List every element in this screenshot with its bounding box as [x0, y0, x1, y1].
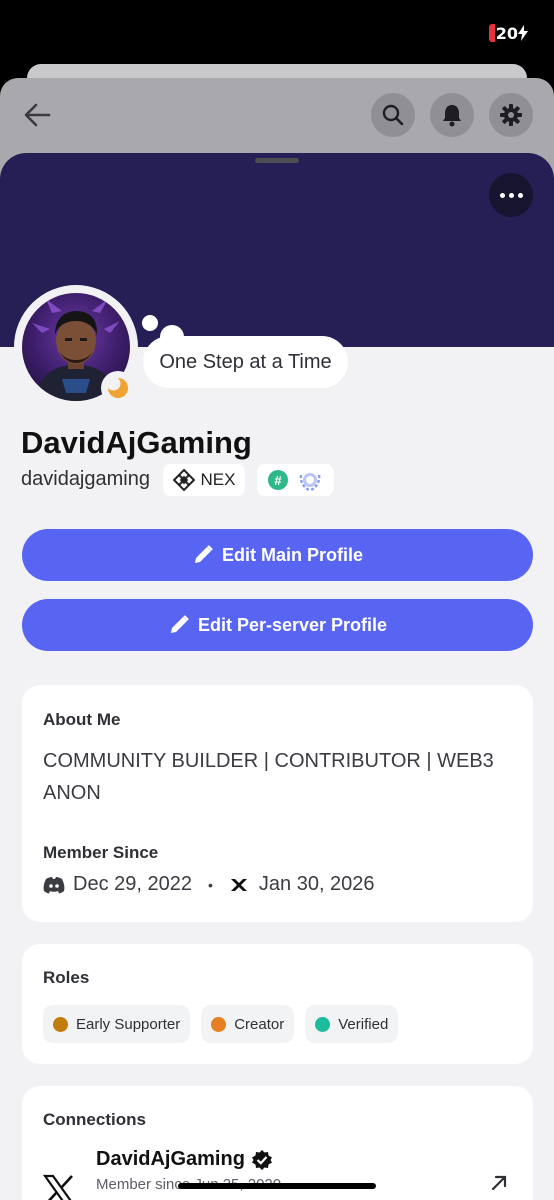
more-options-button[interactable] — [489, 173, 533, 217]
search-button[interactable] — [371, 93, 415, 137]
role-color-dot — [211, 1016, 227, 1032]
connection-item[interactable]: DavidAjGaming — [96, 1148, 273, 1171]
bell-icon — [443, 105, 461, 127]
settings-button[interactable] — [489, 93, 533, 137]
role-label: Creator — [234, 1015, 285, 1033]
edit-main-profile-label: Edit Main Profile — [221, 544, 363, 565]
status-bar: 20 — [0, 0, 554, 70]
member-since-row: Dec 29, 2022 • Jan 30, 2026 — [43, 873, 375, 896]
edit-per-server-profile-label: Edit Per-server Profile — [197, 614, 388, 635]
edit-main-profile-button[interactable]: Edit Main Profile — [22, 529, 533, 581]
roles-card: Roles Early Supporter Creator Verified — [22, 944, 533, 1064]
gear-icon — [500, 104, 522, 126]
battery-indicator: 20 — [488, 23, 528, 43]
sheet-grabber[interactable] — [255, 158, 299, 163]
back-arrow-icon[interactable] — [22, 100, 52, 130]
role-label: Early Supporter — [76, 1015, 181, 1033]
discord-join-date: Dec 29, 2022 — [73, 873, 192, 895]
profile-sheet: One Step at a Time DavidAjGaming davidaj… — [0, 153, 554, 1200]
diamond-knot-icon — [172, 469, 195, 491]
roles-list: Early Supporter Creator Verified — [43, 1005, 399, 1043]
charging-bolt-icon — [518, 25, 528, 41]
display-name: DavidAjGaming — [21, 425, 252, 460]
battery-level-icon — [488, 24, 495, 42]
connections-title: Connections — [43, 1110, 146, 1129]
role-color-dot — [53, 1016, 68, 1032]
notifications-button[interactable] — [430, 93, 474, 137]
edit-per-server-profile-button[interactable]: Edit Per-server Profile — [22, 599, 533, 651]
laurel-badge-icon — [299, 473, 321, 492]
date-separator: • — [207, 876, 213, 893]
server-join-date: Jan 30, 2026 — [258, 873, 375, 895]
role-chip[interactable]: Creator — [201, 1005, 295, 1043]
idle-status-indicator — [101, 371, 135, 405]
pencil-icon — [194, 545, 213, 563]
role-label: Verified — [338, 1015, 389, 1033]
moon-icon — [107, 377, 128, 398]
member-since-title: Member Since — [43, 843, 159, 862]
battery-text: 20 — [495, 23, 518, 43]
more-dot — [517, 192, 523, 198]
x-icon — [42, 1174, 73, 1200]
server-tag-label: NEX — [200, 470, 236, 489]
server-tag-pill[interactable]: NEX — [163, 464, 245, 496]
roles-title: Roles — [43, 968, 90, 987]
badges-pill[interactable]: # — [257, 464, 334, 496]
custom-status-bubble[interactable]: One Step at a Time — [143, 336, 348, 388]
about-card: About Me COMMUNITY BUILDER | CONTRIBUTOR… — [22, 685, 533, 922]
more-dots-icon — [499, 192, 505, 198]
search-icon — [382, 104, 404, 126]
home-indicator — [178, 1183, 376, 1189]
bio-text: COMMUNITY BUILDER | CONTRIBUTOR | WEB3 A… — [43, 750, 494, 804]
discord-logo-icon — [43, 876, 65, 893]
more-dot — [508, 192, 514, 198]
hashtag-badge-icon: # — [268, 470, 288, 490]
verified-check-icon — [251, 1149, 272, 1170]
connection-name: DavidAjGaming — [96, 1148, 245, 1170]
about-title: About Me — [43, 710, 121, 729]
role-color-dot — [315, 1016, 331, 1032]
role-chip[interactable]: Verified — [305, 1005, 399, 1043]
server-logo-icon — [230, 878, 247, 891]
external-link-icon[interactable] — [488, 1172, 510, 1194]
username: davidajgaming — [21, 468, 150, 490]
role-chip[interactable]: Early Supporter — [43, 1005, 191, 1043]
pencil-icon — [170, 615, 189, 633]
custom-status-text: One Step at a Time — [159, 350, 332, 373]
status-thought-dot — [142, 315, 158, 331]
